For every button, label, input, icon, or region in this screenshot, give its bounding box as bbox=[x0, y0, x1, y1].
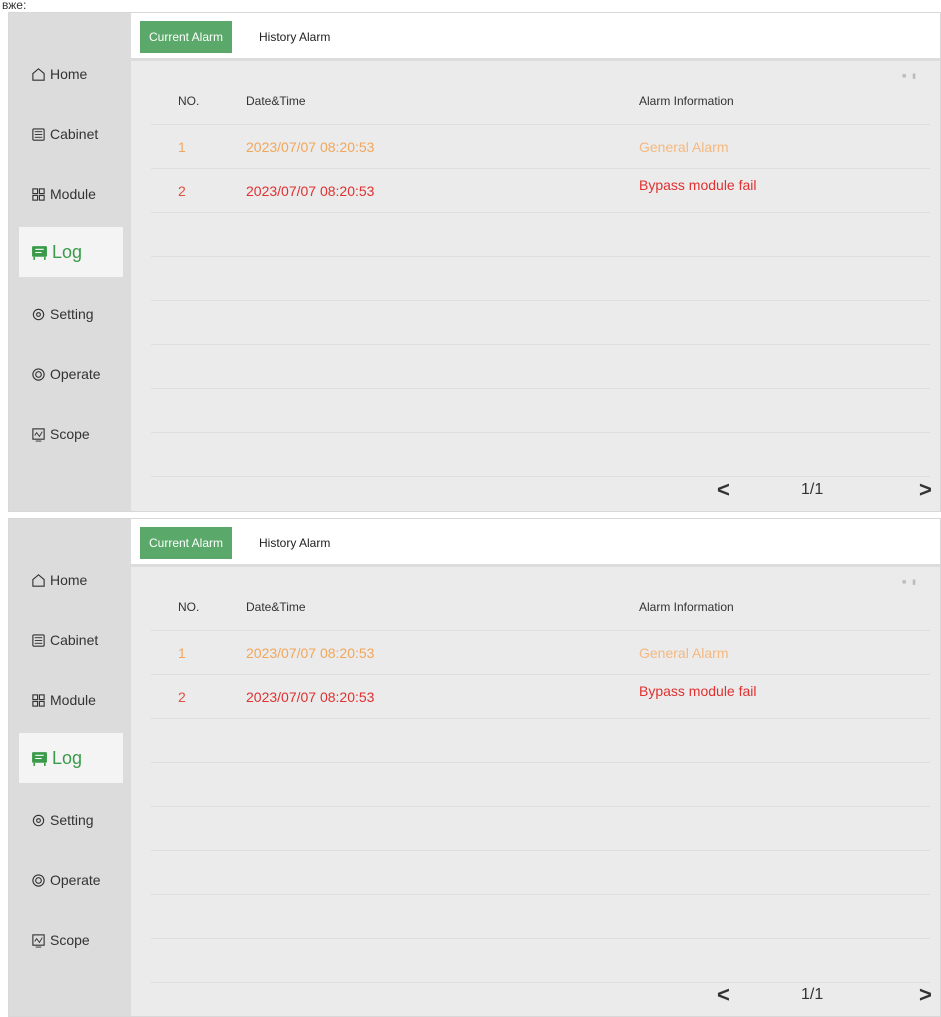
sidebar-item-label: Log bbox=[52, 747, 83, 768]
more-dots-icon: ■ ▮ bbox=[901, 73, 918, 80]
header-no: NO. bbox=[178, 94, 200, 108]
tab-current-alarm[interactable]: Current Alarm bbox=[140, 21, 232, 53]
sidebar-item-operate[interactable]: Operate bbox=[19, 855, 123, 905]
row-no: 1 bbox=[178, 139, 186, 155]
sidebar-item-label: Home bbox=[50, 66, 88, 82]
sidebar-item-setting[interactable]: Setting bbox=[19, 289, 123, 339]
header-datetime: Date&Time bbox=[246, 600, 306, 614]
tab-bar: Current Alarm History Alarm bbox=[131, 519, 940, 567]
sidebar-item-module[interactable]: Module bbox=[19, 169, 123, 219]
sidebar-item-label: Cabinet bbox=[50, 126, 99, 142]
page-indicator: 1/1 bbox=[801, 481, 824, 498]
empty-row bbox=[151, 345, 930, 389]
page-indicator: 1/1 bbox=[801, 986, 824, 1003]
screenshot-caption: вже: bbox=[2, 0, 27, 10]
sidebar-item-label: Module bbox=[50, 692, 96, 708]
row-alarm-info: Bypass module fail bbox=[639, 683, 757, 699]
sidebar-item-cabinet[interactable]: Cabinet bbox=[19, 109, 123, 159]
pagination: < 1/1 > bbox=[131, 976, 940, 1016]
sidebar-item-module[interactable]: Module bbox=[19, 675, 123, 725]
module-icon bbox=[31, 693, 46, 708]
module-icon bbox=[31, 187, 46, 202]
more-dots-icon: ■ ▮ bbox=[901, 579, 918, 586]
empty-row bbox=[151, 807, 930, 851]
header-no: NO. bbox=[178, 600, 200, 614]
alarm-table: ■ ▮ NO. Date&Time Alarm Information 1 20… bbox=[131, 570, 940, 1016]
next-page-button[interactable]: > bbox=[919, 477, 932, 503]
sidebar-item-home[interactable]: Home bbox=[19, 555, 123, 605]
tab-history-alarm[interactable]: History Alarm bbox=[249, 21, 340, 53]
table-header: NO. Date&Time Alarm Information bbox=[151, 81, 930, 125]
row-alarm-info: General Alarm bbox=[639, 645, 729, 661]
sidebar-item-label: Cabinet bbox=[50, 632, 99, 648]
sidebar-item-log[interactable]: Log bbox=[19, 733, 123, 783]
row-alarm-info: Bypass module fail bbox=[639, 177, 757, 193]
sidebar-item-label: Setting bbox=[50, 812, 94, 828]
cabinet-icon bbox=[31, 127, 46, 142]
scope-icon bbox=[31, 427, 46, 442]
gear-icon bbox=[31, 307, 46, 322]
header-alarm-info: Alarm Information bbox=[639, 600, 734, 614]
table-row: 2 2023/07/07 08:20:53 Bypass module fail bbox=[151, 675, 930, 719]
header-datetime: Date&Time bbox=[246, 94, 306, 108]
row-datetime: 2023/07/07 08:20:53 bbox=[246, 183, 375, 199]
scope-icon bbox=[31, 933, 46, 948]
empty-row bbox=[151, 389, 930, 433]
sidebar-item-label: Operate bbox=[50, 872, 101, 888]
tab-bar: Current Alarm History Alarm bbox=[131, 13, 940, 61]
sidebar-item-label: Home bbox=[50, 572, 88, 588]
tab-current-alarm[interactable]: Current Alarm bbox=[140, 527, 232, 559]
empty-row bbox=[151, 763, 930, 807]
empty-row bbox=[151, 301, 930, 345]
table-row: 1 2023/07/07 08:20:53 General Alarm bbox=[151, 125, 930, 169]
prev-page-button[interactable]: < bbox=[717, 982, 730, 1008]
home-icon bbox=[31, 67, 46, 82]
row-datetime: 2023/07/07 08:20:53 bbox=[246, 139, 375, 155]
alarm-screen-1: Home Cabinet Module Log Setting Operate … bbox=[8, 12, 941, 512]
header-alarm-info: Alarm Information bbox=[639, 94, 734, 108]
row-datetime: 2023/07/07 08:20:53 bbox=[246, 689, 375, 705]
row-datetime: 2023/07/07 08:20:53 bbox=[246, 645, 375, 661]
table-row: 2 2023/07/07 08:20:53 Bypass module fail bbox=[151, 169, 930, 213]
operate-icon bbox=[31, 367, 46, 382]
pagination: < 1/1 > bbox=[131, 471, 940, 511]
home-icon bbox=[31, 573, 46, 588]
sidebar-item-operate[interactable]: Operate bbox=[19, 349, 123, 399]
sidebar: Home Cabinet Module Log Setting Operate … bbox=[9, 13, 131, 511]
sidebar-item-label: Setting bbox=[50, 306, 94, 322]
sidebar-item-label: Module bbox=[50, 186, 96, 202]
empty-row bbox=[151, 257, 930, 301]
cabinet-icon bbox=[31, 633, 46, 648]
sidebar: Home Cabinet Module Log Setting Operate … bbox=[9, 519, 131, 1016]
sidebar-item-label: Scope bbox=[50, 932, 90, 948]
alarm-screen-2: Home Cabinet Module Log Setting Operate … bbox=[8, 518, 941, 1017]
row-no: 1 bbox=[178, 645, 186, 661]
table-header: NO. Date&Time Alarm Information bbox=[151, 587, 930, 631]
sidebar-item-label: Log bbox=[52, 241, 83, 262]
log-icon bbox=[31, 750, 48, 767]
tab-history-alarm[interactable]: History Alarm bbox=[249, 527, 340, 559]
sidebar-item-scope[interactable]: Scope bbox=[19, 915, 123, 965]
row-no: 2 bbox=[178, 183, 186, 199]
sidebar-item-label: Operate bbox=[50, 366, 101, 382]
sidebar-item-label: Scope bbox=[50, 426, 90, 442]
gear-icon bbox=[31, 813, 46, 828]
sidebar-item-home[interactable]: Home bbox=[19, 49, 123, 99]
prev-page-button[interactable]: < bbox=[717, 477, 730, 503]
sidebar-item-scope[interactable]: Scope bbox=[19, 409, 123, 459]
alarm-table: ■ ▮ NO. Date&Time Alarm Information 1 20… bbox=[131, 64, 940, 511]
empty-row bbox=[151, 213, 930, 257]
operate-icon bbox=[31, 873, 46, 888]
sidebar-item-setting[interactable]: Setting bbox=[19, 795, 123, 845]
table-row: 1 2023/07/07 08:20:53 General Alarm bbox=[151, 631, 930, 675]
empty-row bbox=[151, 895, 930, 939]
row-alarm-info: General Alarm bbox=[639, 139, 729, 155]
empty-row bbox=[151, 719, 930, 763]
row-no: 2 bbox=[178, 689, 186, 705]
next-page-button[interactable]: > bbox=[919, 982, 932, 1008]
empty-row bbox=[151, 851, 930, 895]
sidebar-item-cabinet[interactable]: Cabinet bbox=[19, 615, 123, 665]
sidebar-item-log[interactable]: Log bbox=[19, 227, 123, 277]
log-icon bbox=[31, 244, 48, 261]
